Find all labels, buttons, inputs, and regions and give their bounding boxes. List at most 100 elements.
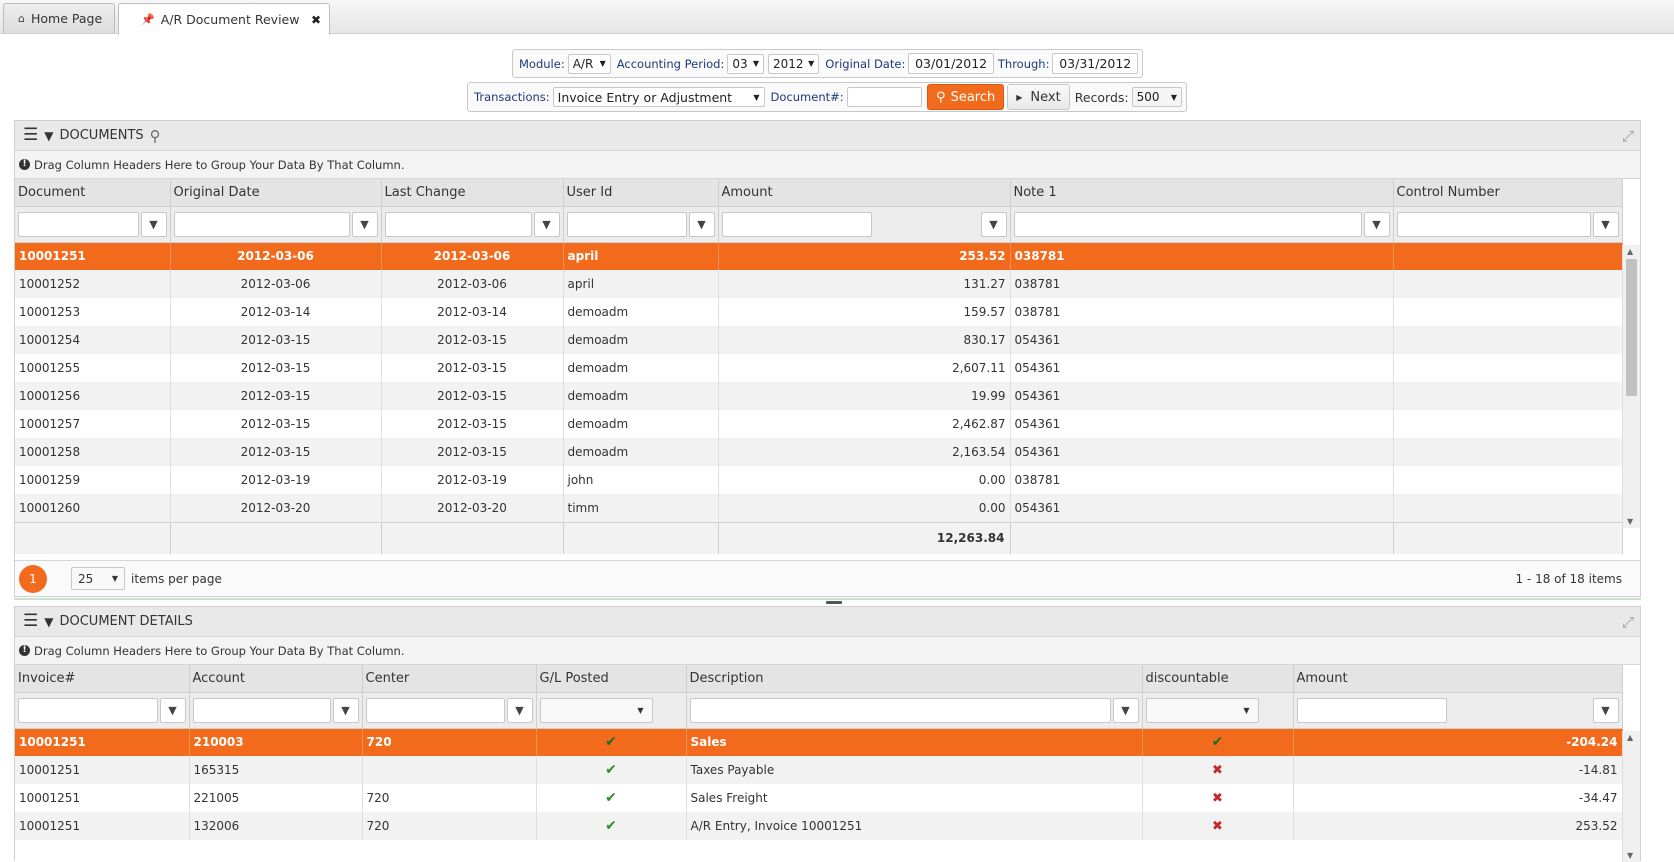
- table-row[interactable]: 10001254 2012-03-15 2012-03-15 demoadm 830.1…: [15, 326, 1623, 354]
- table-row[interactable]: 10001257 2012-03-15 2012-03-15 demoadm 2,462…: [15, 410, 1623, 438]
- table-row[interactable]: 10001255 2012-03-15 2012-03-15 demoadm 2,607…: [15, 354, 1623, 382]
- column-header-center[interactable]: Center: [362, 665, 537, 693]
- tab-home-page[interactable]: ⌂ Home Page: [3, 3, 115, 33]
- scroll-thumb[interactable]: [1626, 259, 1637, 396]
- expand-icon[interactable]: ⤢: [1622, 127, 1634, 145]
- filter-icon[interactable]: ▼: [140, 211, 167, 237]
- column-header-document[interactable]: Document: [15, 179, 171, 207]
- filter-icon[interactable]: ▼: [44, 615, 53, 629]
- amount-filter-input[interactable]: [1296, 697, 1447, 723]
- column-header-last-change[interactable]: Last Change: [381, 179, 564, 207]
- menu-icon[interactable]: ☰: [23, 127, 38, 144]
- document-number-input[interactable]: [846, 87, 923, 107]
- table-row[interactable]: 10001258 2012-03-15 2012-03-15 demoadm 2,163…: [15, 438, 1623, 466]
- description-filter-input[interactable]: [689, 697, 1111, 723]
- panel-splitter[interactable]: [14, 598, 1641, 604]
- filter-icon[interactable]: ▼: [351, 211, 378, 237]
- center-cell: 720: [362, 812, 537, 840]
- original-date-filter-input[interactable]: [173, 211, 350, 237]
- filter-icon[interactable]: ▼: [1592, 211, 1619, 237]
- table-row[interactable]: 10001256 2012-03-15 2012-03-15 demoadm 19.99…: [15, 382, 1623, 410]
- user-id-cell: april: [563, 270, 719, 298]
- table-row[interactable]: 10001259 2012-03-19 2012-03-19 john 0.00 0387…: [15, 466, 1623, 494]
- search-icon[interactable]: ⚲: [150, 127, 161, 145]
- last-change-filter-input[interactable]: [384, 211, 532, 237]
- period-month-select[interactable]: 03 ▼: [727, 53, 764, 74]
- module-select[interactable]: A/R ▼: [567, 53, 611, 74]
- filter-icon[interactable]: ▼: [506, 697, 533, 723]
- transactions-select[interactable]: Invoice Entry or Adjustment ▼: [552, 87, 765, 107]
- filter-icon[interactable]: ▼: [1112, 697, 1139, 723]
- check-icon: ✔: [605, 734, 617, 751]
- close-icon[interactable]: ✖: [311, 13, 321, 27]
- user-id-cell: demoadm: [563, 382, 719, 410]
- chevron-down-icon: ▼: [1170, 92, 1177, 102]
- column-header-control-number[interactable]: Control Number: [1393, 179, 1623, 207]
- user-id-filter-input[interactable]: [566, 211, 687, 237]
- menu-icon[interactable]: ☰: [23, 613, 38, 630]
- gl-posted-filter-select[interactable]: ▼: [539, 697, 653, 723]
- page-size-select[interactable]: 25 ▼: [71, 567, 125, 590]
- table-row[interactable]: 10001251 2012-03-06 2012-03-06 april 253.52 0…: [15, 242, 1623, 270]
- amount-filter-input[interactable]: [721, 211, 872, 237]
- filter-icon[interactable]: ▼: [1592, 697, 1619, 723]
- account-filter-input[interactable]: [192, 697, 331, 723]
- filter-icon[interactable]: ▼: [533, 211, 560, 237]
- table-row[interactable]: 10001253 2012-03-14 2012-03-14 demoadm 159.5…: [15, 298, 1623, 326]
- column-header-user-id[interactable]: User Id: [563, 179, 719, 207]
- document-filter-input[interactable]: [18, 211, 139, 237]
- cross-icon: ✖: [1212, 818, 1223, 834]
- original-date-input[interactable]: 03/01/2012: [908, 53, 994, 74]
- note-1-filter-input[interactable]: [1013, 211, 1362, 237]
- column-header-gl-posted[interactable]: G/L Posted: [536, 665, 687, 693]
- tab-ar-document-review[interactable]: 📌 A/R Document Review ✖: [118, 3, 330, 35]
- filter-icon[interactable]: ▼: [332, 697, 359, 723]
- user-id-cell: demoadm: [563, 438, 719, 466]
- table-row[interactable]: 10001251 210003 720 ✔ Sales ✔ -204.24: [15, 728, 1623, 756]
- column-header-account[interactable]: Account: [189, 665, 363, 693]
- records-select[interactable]: 500 ▼: [1131, 87, 1182, 107]
- control-number-filter-input[interactable]: [1396, 211, 1591, 237]
- filter-icon[interactable]: ▼: [980, 211, 1007, 237]
- table-row[interactable]: 10001251 165315 ✔ Taxes Payable ✖ -14.81: [15, 756, 1623, 784]
- column-header-invoice[interactable]: Invoice#: [15, 665, 190, 693]
- scroll-up-icon[interactable]: ▲: [1627, 247, 1633, 256]
- table-row[interactable]: 10001251 132006 720 ✔ A/R Entry, Invoice 100…: [15, 812, 1623, 840]
- documents-scrollbar[interactable]: ▲ ▼: [1622, 245, 1640, 528]
- user-id-cell: demoadm: [563, 298, 719, 326]
- scroll-down-icon[interactable]: ▼: [1627, 517, 1633, 526]
- filter-icon[interactable]: ▼: [44, 129, 53, 143]
- invoice-filter-input[interactable]: [18, 697, 158, 723]
- details-scrollbar[interactable]: ▲ ▼: [1622, 731, 1640, 862]
- period-year-select[interactable]: 2012 ▼: [767, 53, 820, 74]
- discountable-filter-select[interactable]: ▼: [1145, 697, 1259, 723]
- column-header-discountable[interactable]: discountable: [1142, 665, 1294, 693]
- gl-posted-cell: ✔: [536, 812, 687, 840]
- module-label: Module:: [519, 56, 565, 71]
- through-date-input[interactable]: 03/31/2012: [1052, 53, 1138, 74]
- column-header-original-date[interactable]: Original Date: [170, 179, 382, 207]
- column-header-description[interactable]: Description: [686, 665, 1143, 693]
- center-filter-input[interactable]: [365, 697, 505, 723]
- search-button[interactable]: ⚲ Search: [927, 84, 1005, 110]
- check-icon: ✔: [605, 818, 617, 834]
- discountable-cell: ✖: [1142, 812, 1294, 840]
- column-header-amount[interactable]: Amount: [1293, 665, 1623, 693]
- column-header-note-1[interactable]: Note 1: [1010, 179, 1394, 207]
- scroll-down-icon[interactable]: ▼: [1627, 851, 1633, 860]
- expand-icon[interactable]: ⤢: [1622, 613, 1634, 631]
- filter-icon[interactable]: ▼: [1363, 211, 1390, 237]
- group-drop-area[interactable]: ! Drag Column Headers Here to Group Your…: [15, 637, 1640, 665]
- filter-icon[interactable]: ▼: [159, 697, 186, 723]
- table-row[interactable]: 10001260 2012-03-20 2012-03-20 timm 0.00 0543…: [15, 494, 1623, 522]
- table-row[interactable]: 10001252 2012-03-06 2012-03-06 april 131.27 0…: [15, 270, 1623, 298]
- page-number-button[interactable]: 1: [19, 564, 47, 593]
- filter-icon[interactable]: ▼: [688, 211, 715, 237]
- user-id-cell: april: [563, 242, 719, 270]
- table-row[interactable]: 10001251 221005 720 ✔ Sales Freight ✖ -34.47: [15, 784, 1623, 812]
- splitter-grip[interactable]: [826, 601, 842, 604]
- column-header-amount[interactable]: Amount: [718, 179, 1011, 207]
- group-drop-area[interactable]: ! Drag Column Headers Here to Group Your…: [15, 151, 1640, 179]
- scroll-up-icon[interactable]: ▲: [1627, 733, 1633, 742]
- next-button[interactable]: ▶ Next: [1007, 84, 1070, 110]
